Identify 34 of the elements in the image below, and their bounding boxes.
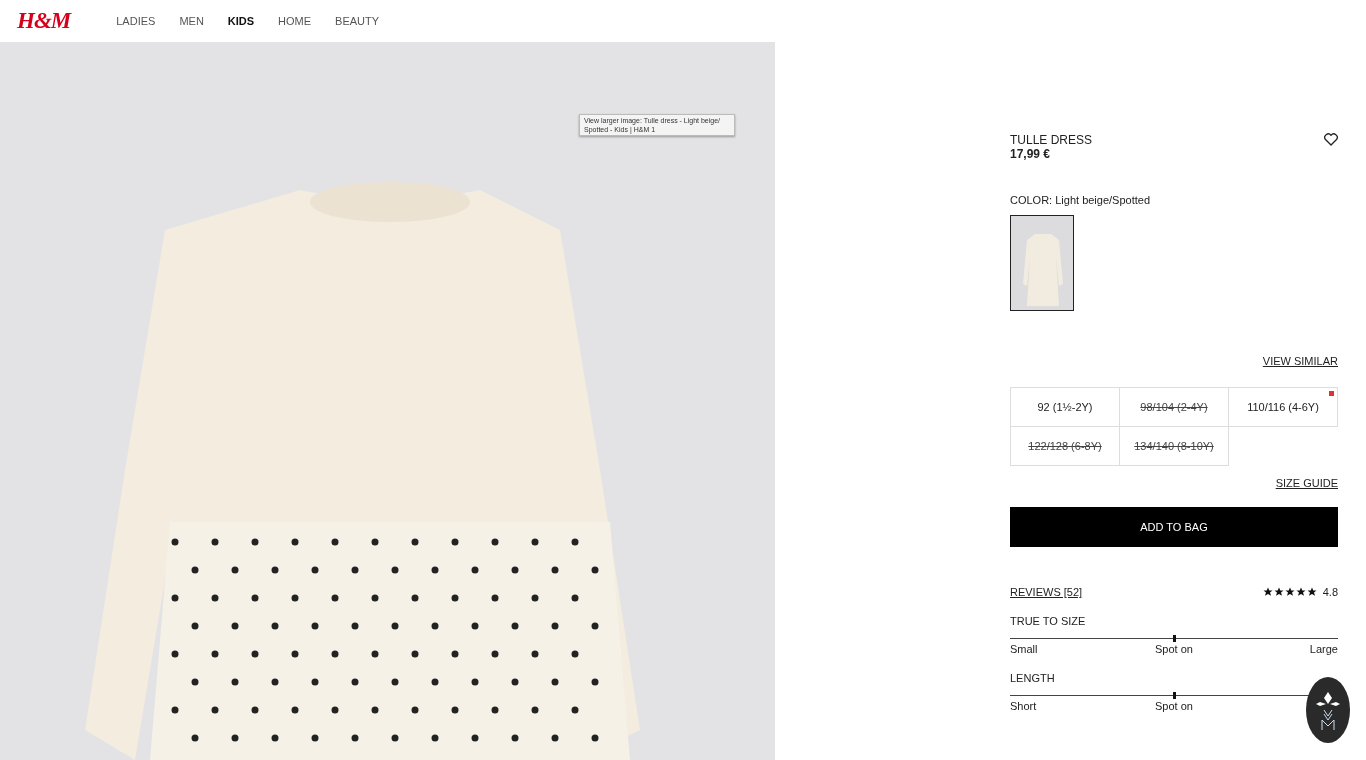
star-icon (1284, 587, 1295, 597)
fit-title: TRUE TO SIZE (1010, 615, 1087, 627)
logo[interactable]: H&M (17, 8, 71, 34)
fit-scale-label: Small (1010, 643, 1039, 655)
fit-scale-label: Spot on (1154, 700, 1194, 712)
star-icon (1273, 587, 1284, 597)
fit-scale-label: Short (1010, 700, 1038, 712)
view-similar-link[interactable]: VIEW SIMILAR (1262, 355, 1338, 367)
nav-link[interactable]: KIDS (227, 15, 255, 27)
nav-link[interactable]: LADIES (116, 15, 156, 27)
fit-title: LENGTH (1010, 672, 1056, 684)
nav-link[interactable]: HOME (278, 15, 312, 27)
star-icon (1262, 587, 1273, 597)
size-option[interactable]: 92 (1½-2Y) (1011, 388, 1120, 427)
color-swatch[interactable] (1010, 215, 1074, 311)
add-to-bag-button[interactable]: ADD TO BAG (1010, 507, 1338, 547)
nav-link[interactable]: BEAUTY (335, 15, 380, 27)
size-option[interactable]: 98/104 (2-4Y) (1120, 388, 1229, 427)
rating-value: 4.8 (1322, 586, 1338, 598)
size-guide-link[interactable]: SIZE GUIDE (1275, 477, 1338, 489)
nav-link[interactable]: MEN (179, 15, 204, 27)
heart-icon[interactable] (1324, 133, 1338, 146)
star-icon (1295, 587, 1306, 597)
reviews-link[interactable]: REVIEWS [52] (1010, 586, 1083, 598)
fit-scale-label: Large (1308, 643, 1338, 655)
floating-widget-icon[interactable] (1306, 677, 1350, 743)
color-label: COLOR: Light beige/Spotted (1010, 194, 1152, 206)
size-option[interactable]: 134/140 (8-10Y) (1120, 427, 1229, 466)
size-option[interactable]: 110/116 (4-6Y) (1229, 388, 1338, 427)
product-name: TULLE DRESS (1010, 133, 1093, 147)
size-option[interactable]: 122/128 (6-8Y) (1011, 427, 1120, 466)
star-icon (1306, 587, 1317, 597)
fit-scale-label: Spot on (1154, 643, 1194, 655)
product-price: 17,99 € (1010, 147, 1052, 161)
